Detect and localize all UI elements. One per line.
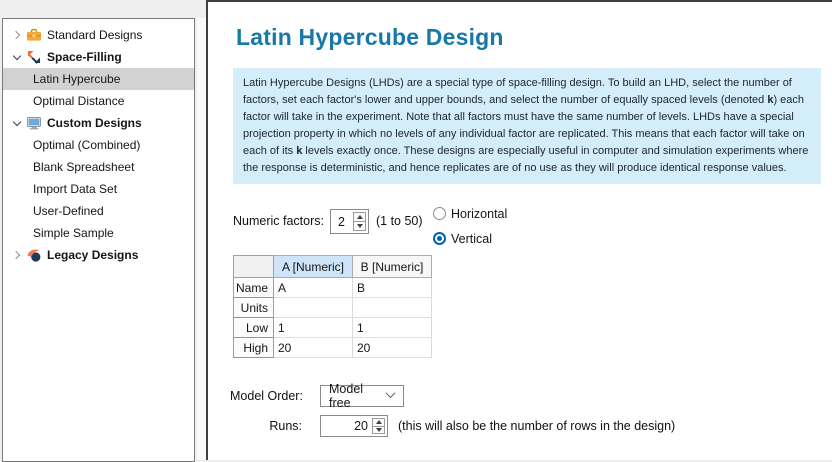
toolbox-icon (26, 27, 42, 43)
sidebar-item-blank-spreadsheet[interactable]: Blank Spreadsheet (3, 156, 194, 178)
table-row-high: High 20 20 (233, 337, 432, 358)
radio-unselected-icon[interactable] (433, 207, 446, 220)
sidebar-item-custom-designs[interactable]: Custom Designs (3, 112, 194, 134)
chevron-down-icon[interactable] (10, 117, 24, 127)
sidebar-item-label: Blank Spreadsheet (33, 160, 135, 174)
sidebar-item-label: Space-Filling (47, 50, 122, 64)
sidebar-item-import-data-set[interactable]: Import Data Set (3, 178, 194, 200)
panel-divider (197, 18, 206, 460)
sidebar-item-label: Optimal (Combined) (33, 138, 141, 152)
sidebar-item-label: Custom Designs (47, 116, 142, 130)
chevron-down-icon (385, 388, 396, 399)
row-header-high[interactable]: High (233, 337, 274, 358)
radio-horizontal[interactable]: Horizontal (433, 205, 507, 222)
cell-low-a[interactable]: 1 (273, 317, 353, 338)
cell-high-a[interactable]: 20 (273, 337, 353, 358)
cell-units-b[interactable] (352, 297, 432, 318)
sidebar-item-label: Optimal Distance (33, 94, 125, 108)
model-order-label: Model Order: (230, 389, 303, 403)
runs-stepper[interactable]: 20 (320, 415, 388, 437)
factor-table: A [Numeric] B [Numeric] Name A B Units L… (233, 255, 432, 358)
column-header-a[interactable]: A [Numeric] (273, 255, 353, 278)
radio-vertical-label: Vertical (451, 231, 492, 246)
column-header-b[interactable]: B [Numeric] (352, 255, 432, 278)
numeric-factors-stepper[interactable]: 2 (330, 209, 369, 234)
sidebar-item-simple-sample[interactable]: Simple Sample (3, 222, 194, 244)
page-title: Latin Hypercube Design (236, 24, 504, 50)
cell-high-b[interactable]: 20 (352, 337, 432, 358)
chevron-down-icon[interactable] (10, 51, 24, 61)
pin-icon (26, 247, 42, 263)
radio-vertical[interactable]: Vertical (433, 230, 507, 247)
space-filling-icon (26, 49, 42, 65)
numeric-factors-range-hint: (1 to 50) (376, 214, 423, 228)
cell-name-a[interactable]: A (273, 277, 353, 298)
stepper-down-button[interactable] (373, 427, 384, 434)
numeric-factors-value[interactable]: 2 (338, 215, 345, 229)
stepper-buttons (372, 418, 385, 434)
cell-units-a[interactable] (273, 297, 353, 318)
row-header-low[interactable]: Low (233, 317, 274, 338)
table-row-name: Name A B (233, 277, 432, 298)
stepper-buttons (353, 212, 366, 231)
row-header-name[interactable]: Name (233, 277, 274, 298)
model-order-dropdown[interactable]: Model free (320, 382, 404, 410)
numeric-factors-label: Numeric factors: (233, 214, 324, 228)
sidebar-item-standard-designs[interactable]: Standard Designs (3, 24, 194, 46)
sidebar-item-label: Latin Hypercube (33, 72, 121, 86)
cell-low-b[interactable]: 1 (352, 317, 432, 338)
sidebar-item-optimal-combined[interactable]: Optimal (Combined) (3, 134, 194, 156)
row-header-units[interactable]: Units (233, 297, 274, 318)
sidebar-item-user-defined[interactable]: User-Defined (3, 200, 194, 222)
model-order-value: Model free (329, 382, 364, 410)
cell-name-b[interactable]: B (352, 277, 432, 298)
sidebar-item-label: Legacy Designs (47, 248, 139, 262)
sidebar-item-space-filling[interactable]: Space-Filling (3, 46, 194, 68)
sidebar-item-label: Simple Sample (33, 226, 114, 240)
table-header-row: A [Numeric] B [Numeric] (233, 255, 432, 278)
table-row-units: Units (233, 297, 432, 318)
radio-selected-icon[interactable] (433, 232, 446, 245)
orientation-radio-group: Horizontal Vertical (433, 205, 507, 255)
sidebar-item-legacy-designs[interactable]: Legacy Designs (3, 244, 194, 266)
stepper-up-button[interactable] (354, 213, 365, 222)
chevron-right-icon[interactable] (10, 30, 24, 40)
runs-label: Runs: (269, 419, 302, 433)
table-row-low: Low 1 1 (233, 317, 432, 338)
runs-hint: (this will also be the number of rows in… (398, 419, 676, 433)
computer-icon (26, 115, 42, 131)
sidebar-item-optimal-distance[interactable]: Optimal Distance (3, 90, 194, 112)
sidebar-item-label: User-Defined (33, 204, 104, 218)
stepper-up-button[interactable] (373, 419, 384, 427)
latin-hypercube-panel: Latin Hypercube Design Latin Hypercube D… (206, 0, 832, 460)
sidebar-item-latin-hypercube[interactable]: Latin Hypercube (3, 68, 194, 90)
sidebar-item-label: Import Data Set (33, 182, 118, 196)
chevron-right-icon[interactable] (10, 250, 24, 260)
design-tree-sidebar: Standard Designs Space-Filling Latin Hyp… (2, 18, 195, 462)
radio-horizontal-label: Horizontal (451, 206, 508, 221)
description-infobox: Latin Hypercube Designs (LHDs) are a spe… (233, 68, 821, 184)
sidebar-item-label: Standard Designs (47, 28, 143, 42)
table-corner-cell[interactable] (233, 255, 274, 278)
stepper-down-button[interactable] (354, 222, 365, 230)
